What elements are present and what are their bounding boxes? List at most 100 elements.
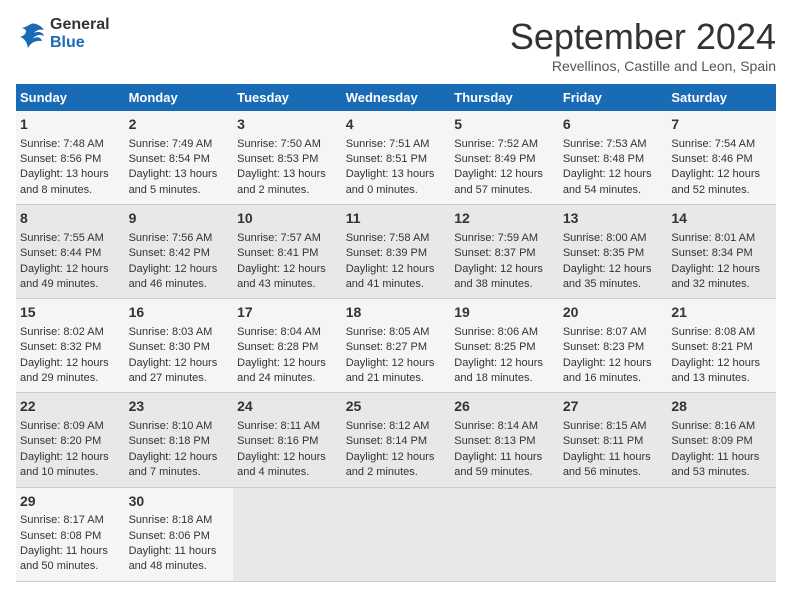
day-number: 26 [454, 397, 555, 417]
calendar-cell: 26 Sunrise: 8:14 AM Sunset: 8:13 PM Dayligh… [450, 393, 559, 487]
sunset-label: Sunset: 8:49 PM [454, 153, 535, 165]
calendar-cell: 25Sunrise: 8:12 AMSunset: 8:14 PMDayligh… [342, 393, 451, 487]
sunrise-label: Sunrise: 8:00 AM [563, 232, 647, 244]
daylight-label: Daylight: 13 hours and 8 minutes. [20, 168, 109, 195]
sunset-label: Sunset: 8:42 PM [129, 247, 210, 259]
calendar-cell [667, 487, 776, 581]
sunset-label: Sunset: 8:44 PM [20, 247, 101, 259]
daylight-label: Daylight: 12 hours and 29 minutes. [20, 357, 109, 384]
week-row-5: 29Sunrise: 8:17 AMSunset: 8:08 PMDayligh… [16, 487, 776, 581]
sunrise-label: Sunrise: 8:05 AM [346, 326, 430, 338]
sunset-label: Sunset: 8:18 PM [129, 435, 210, 447]
week-row-1: 1Sunrise: 7:48 AMSunset: 8:56 PMDaylight… [16, 111, 776, 205]
sunrise-label: Sunrise: 7:50 AM [237, 138, 321, 150]
sunset-label: Sunset: 8:13 PM [454, 435, 535, 447]
day-number: 8 [20, 209, 121, 229]
sunset-label: Sunset: 8:09 PM [671, 435, 752, 447]
calendar-cell: 18 Sunrise: 8:05 AM Sunset: 8:27 PM Dayligh… [342, 299, 451, 393]
daylight-label: Daylight: 11 hours and 50 minutes. [20, 545, 108, 572]
calendar-cell: 9Sunrise: 7:56 AMSunset: 8:42 PMDaylight… [125, 205, 234, 299]
day-number: 4 [346, 115, 447, 135]
sunset-label: Sunset: 8:27 PM [346, 341, 427, 353]
calendar-cell: 5Sunrise: 7:52 AMSunset: 8:49 PMDaylight… [450, 111, 559, 205]
daylight-label: Daylight: 12 hours and 7 minutes. [129, 451, 218, 478]
day-number: 18 [346, 303, 447, 323]
day-header-friday: Friday [559, 84, 668, 111]
day-number: 13 [563, 209, 664, 229]
sunrise-label: Sunrise: 8:09 AM [20, 420, 104, 432]
week-row-3: 15Sunrise: 8:02 AMSunset: 8:32 PMDayligh… [16, 299, 776, 393]
calendar-cell: 14Sunrise: 8:01 AMSunset: 8:34 PMDayligh… [667, 205, 776, 299]
day-number: 29 [20, 492, 121, 512]
sunset-label: Sunset: 8:46 PM [671, 153, 752, 165]
title-section: September 2024 Revellinos, Castille and … [510, 16, 776, 74]
sunset-label: Sunset: 8:51 PM [346, 153, 427, 165]
calendar-cell: 23Sunrise: 8:10 AMSunset: 8:18 PMDayligh… [125, 393, 234, 487]
calendar-cell: 13Sunrise: 8:00 AMSunset: 8:35 PMDayligh… [559, 205, 668, 299]
daylight-label: Daylight: 12 hours and 4 minutes. [237, 451, 326, 478]
sunrise-label: Sunrise: 7:59 AM [454, 232, 538, 244]
sunrise-label: Sunrise: 7:57 AM [237, 232, 321, 244]
daylight-label: Daylight: 13 hours and 0 minutes. [346, 168, 435, 195]
sunset-label: Sunset: 8:08 PM [20, 530, 101, 542]
daylight-label: Daylight: 12 hours and 10 minutes. [20, 451, 109, 478]
daylight-label: Daylight: 12 hours and 27 minutes. [129, 357, 218, 384]
daylight-label: Daylight: 12 hours and 32 minutes. [671, 263, 760, 290]
sunrise-label: Sunrise: 8:03 AM [129, 326, 213, 338]
calendar-cell: 20Sunrise: 8:07 AMSunset: 8:23 PMDayligh… [559, 299, 668, 393]
day-number: 7 [671, 115, 772, 135]
day-number: 2 [129, 115, 230, 135]
day-header-sunday: Sunday [16, 84, 125, 111]
sunrise-label: Sunrise: 7:51 AM [346, 138, 430, 150]
day-number: 9 [129, 209, 230, 229]
sunset-label: Sunset: 8:20 PM [20, 435, 101, 447]
day-number: 22 [20, 397, 121, 417]
calendar-cell [342, 487, 451, 581]
sunrise-label: Sunrise: 8:16 AM [671, 420, 755, 432]
day-number: 27 [563, 397, 664, 417]
daylight-label: Daylight: 12 hours and 43 minutes. [237, 263, 326, 290]
daylight-label: Daylight: 12 hours and 41 minutes. [346, 263, 435, 290]
day-header-saturday: Saturday [667, 84, 776, 111]
calendar-cell: 24Sunrise: 8:11 AMSunset: 8:16 PMDayligh… [233, 393, 342, 487]
daylight-label: Daylight: 12 hours and 21 minutes. [346, 357, 435, 384]
daylight-label: Daylight: 12 hours and 38 minutes. [454, 263, 543, 290]
calendar-cell: 3Sunrise: 7:50 AMSunset: 8:53 PMDaylight… [233, 111, 342, 205]
calendar-cell: 10Sunrise: 7:57 AMSunset: 8:41 PMDayligh… [233, 205, 342, 299]
calendar-cell: 1Sunrise: 7:48 AMSunset: 8:56 PMDaylight… [16, 111, 125, 205]
sunrise-label: Sunrise: 7:49 AM [129, 138, 213, 150]
calendar-cell: 8Sunrise: 7:55 AMSunset: 8:44 PMDaylight… [16, 205, 125, 299]
sunrise-label: Sunrise: 8:06 AM [454, 326, 538, 338]
day-number: 20 [563, 303, 664, 323]
sunrise-label: Sunrise: 8:14 AM [454, 420, 538, 432]
sunset-label: Sunset: 8:21 PM [671, 341, 752, 353]
daylight-label: Daylight: 12 hours and 24 minutes. [237, 357, 326, 384]
daylight-label: Daylight: 12 hours and 35 minutes. [563, 263, 652, 290]
calendar-cell: 27Sunrise: 8:15 AMSunset: 8:11 PMDayligh… [559, 393, 668, 487]
sunrise-label: Sunrise: 7:48 AM [20, 138, 104, 150]
daylight-label: Daylight: 13 hours and 5 minutes. [129, 168, 218, 195]
calendar-cell: 29Sunrise: 8:17 AMSunset: 8:08 PMDayligh… [16, 487, 125, 581]
calendar-cell: 28Sunrise: 8:16 AMSunset: 8:09 PMDayligh… [667, 393, 776, 487]
sunrise-label: Sunrise: 8:01 AM [671, 232, 755, 244]
sunrise-label: Sunrise: 7:55 AM [20, 232, 104, 244]
daylight-label: Daylight: 11 hours and 59 minutes. [454, 451, 542, 478]
page-header: General Blue September 2024 Revellinos, … [16, 16, 776, 74]
daylight-label: Daylight: 11 hours and 56 minutes. [563, 451, 651, 478]
sunset-label: Sunset: 8:41 PM [237, 247, 318, 259]
sunset-label: Sunset: 8:32 PM [20, 341, 101, 353]
sunset-label: Sunset: 8:34 PM [671, 247, 752, 259]
sunset-label: Sunset: 8:28 PM [237, 341, 318, 353]
calendar-cell: 17Sunrise: 8:04 AMSunset: 8:28 PMDayligh… [233, 299, 342, 393]
calendar-cell: 4 Sunrise: 7:51 AM Sunset: 8:51 PM Daylight… [342, 111, 451, 205]
sunset-label: Sunset: 8:14 PM [346, 435, 427, 447]
sunset-label: Sunset: 8:54 PM [129, 153, 210, 165]
day-header-thursday: Thursday [450, 84, 559, 111]
sunrise-label: Sunrise: 8:02 AM [20, 326, 104, 338]
sunrise-label: Sunrise: 7:54 AM [671, 138, 755, 150]
day-number: 23 [129, 397, 230, 417]
sunrise-label: Sunrise: 8:12 AM [346, 420, 430, 432]
calendar-cell: 30Sunrise: 8:18 AMSunset: 8:06 PMDayligh… [125, 487, 234, 581]
day-number: 19 [454, 303, 555, 323]
sunset-label: Sunset: 8:37 PM [454, 247, 535, 259]
